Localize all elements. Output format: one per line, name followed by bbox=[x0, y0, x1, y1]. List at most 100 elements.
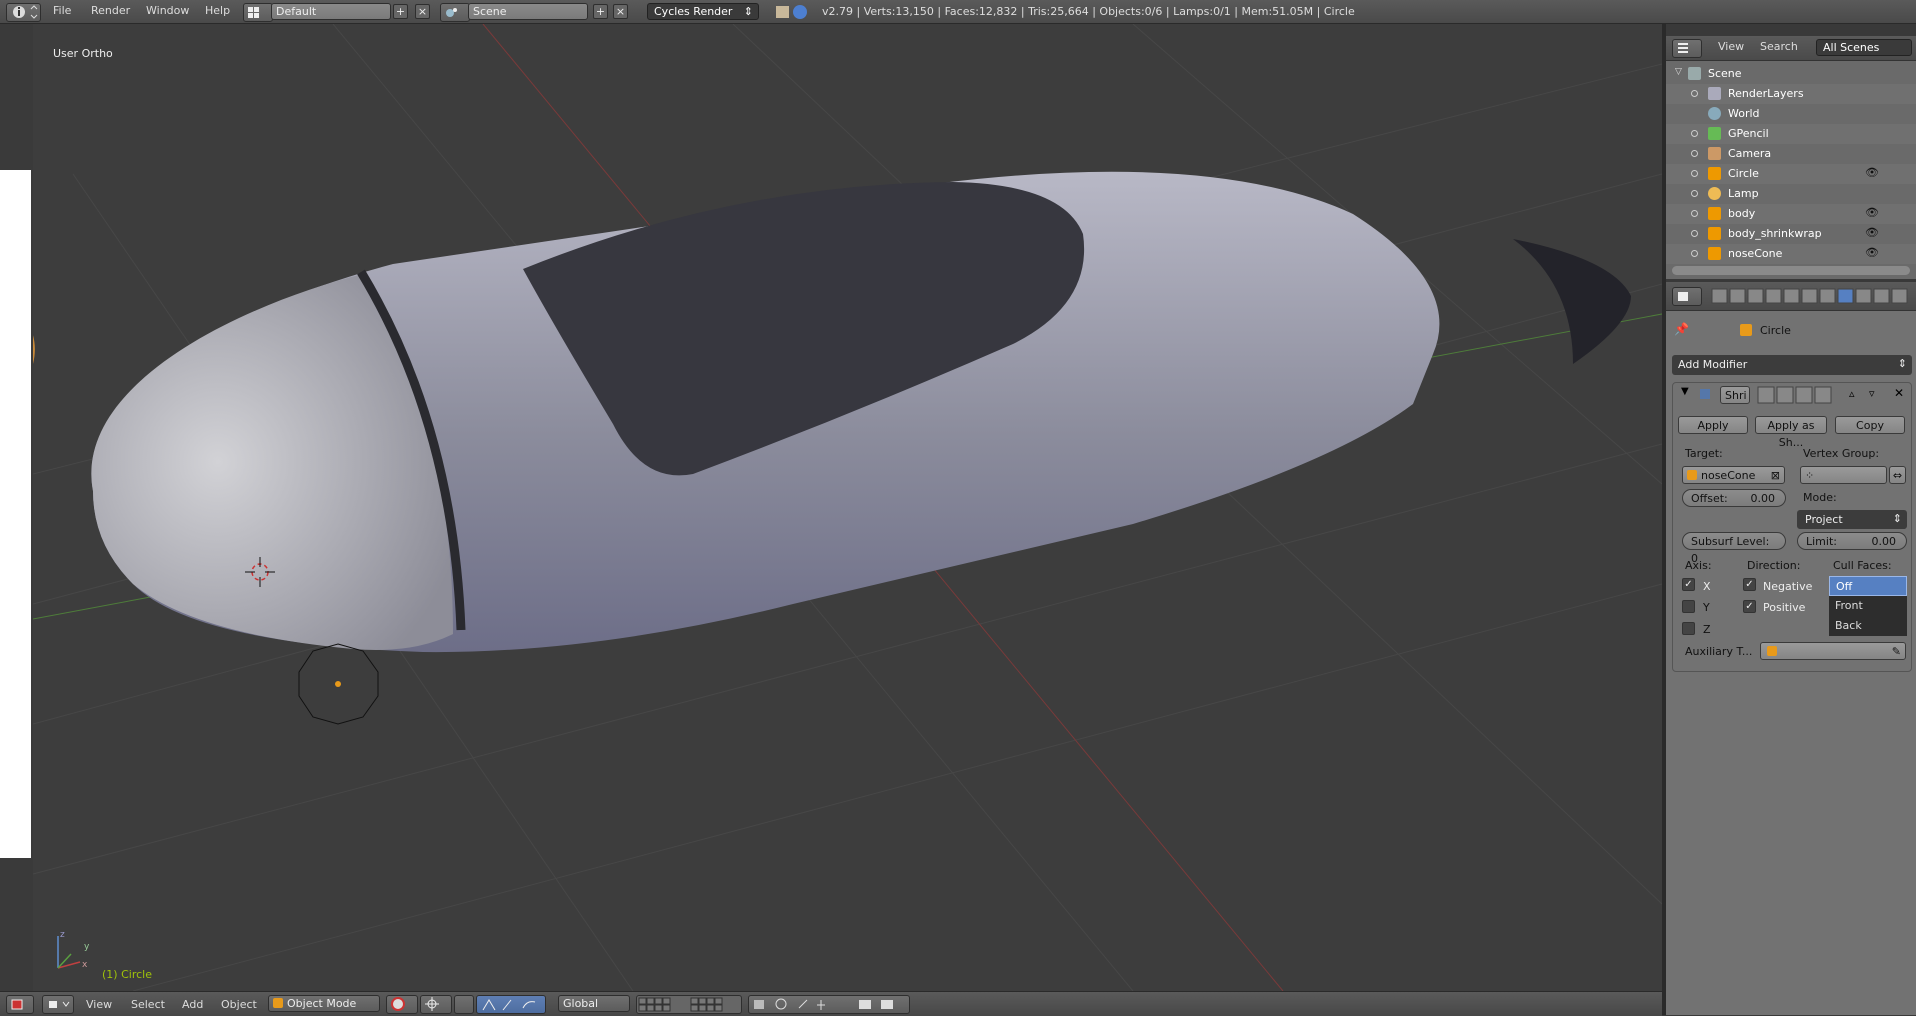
outliner-item-label: Scene bbox=[1708, 67, 1742, 80]
remove-modifier-icon[interactable]: ✕ bbox=[1894, 386, 1904, 400]
outliner-menu-search[interactable]: Search bbox=[1760, 40, 1798, 53]
add-layout-icon[interactable]: + bbox=[393, 4, 408, 19]
render-engine-select[interactable]: Cycles Render ⇕ bbox=[647, 3, 759, 20]
mode-value: Project bbox=[1805, 513, 1843, 526]
outliner-row-camera[interactable]: Camera bbox=[1666, 144, 1916, 164]
menu-file[interactable]: File bbox=[53, 4, 71, 17]
limit-field[interactable]: Limit: 0.00 bbox=[1797, 532, 1907, 550]
outliner-item-label: Circle bbox=[1728, 167, 1759, 180]
move-up-icon[interactable]: ▵ bbox=[1849, 387, 1855, 400]
orientation-select[interactable]: Global bbox=[558, 995, 630, 1012]
axis-y-label: Y bbox=[1703, 601, 1710, 614]
close-scene-icon[interactable]: × bbox=[613, 4, 628, 19]
screen-layout-button[interactable] bbox=[243, 3, 273, 22]
invert-vertex-group-icon[interactable]: ⇔ bbox=[1889, 466, 1906, 484]
axis-z-checkbox[interactable] bbox=[1682, 622, 1695, 635]
outliner-row-lamp[interactable]: Lamp bbox=[1666, 184, 1916, 204]
menu-window[interactable]: Window bbox=[146, 4, 189, 17]
add-scene-icon[interactable]: + bbox=[593, 4, 608, 19]
menu-view[interactable]: View bbox=[86, 998, 112, 1011]
outliner-row-world[interactable]: World bbox=[1666, 104, 1916, 124]
outliner-editor-type-button[interactable] bbox=[1672, 39, 1702, 58]
menu-object[interactable]: Object bbox=[221, 998, 257, 1011]
cull-faces-option-back[interactable]: Back bbox=[1829, 616, 1907, 636]
pivot-icon bbox=[425, 997, 439, 1011]
editor-type-button[interactable] bbox=[6, 3, 41, 22]
shading-button[interactable] bbox=[386, 995, 418, 1014]
axis-x-checkbox[interactable]: ✓ bbox=[1682, 578, 1695, 591]
negative-checkbox[interactable]: ✓ bbox=[1743, 578, 1756, 591]
scene-name-field[interactable]: Scene bbox=[468, 3, 588, 20]
mode-dropdown[interactable]: Project ⇕ bbox=[1797, 510, 1907, 529]
clear-icon[interactable]: ⊠ bbox=[1771, 467, 1780, 484]
view-menu-toggle[interactable] bbox=[42, 995, 74, 1014]
scene-stats: v2.79 | Verts:13,150 | Faces:12,832 | Tr… bbox=[822, 5, 1355, 18]
outliner-row-scene[interactable]: ▽ Scene bbox=[1666, 64, 1916, 84]
lamp-icon bbox=[1708, 187, 1721, 200]
subsurf-level-field[interactable]: Subsurf Level: 0 bbox=[1682, 532, 1786, 565]
menu-render[interactable]: Render bbox=[91, 4, 130, 17]
properties-tabs[interactable] bbox=[1711, 288, 1913, 304]
add-modifier-dropdown[interactable]: Add Modifier ⇕ bbox=[1672, 355, 1912, 375]
eye-icon[interactable]: 👁 bbox=[1865, 166, 1879, 179]
axis-y-checkbox[interactable] bbox=[1682, 600, 1695, 613]
cull-faces-option-front[interactable]: Front bbox=[1829, 596, 1907, 616]
move-down-icon[interactable]: ▿ bbox=[1869, 387, 1875, 400]
target-field[interactable]: noseCone ⊠ bbox=[1682, 466, 1785, 484]
menu-select[interactable]: Select bbox=[131, 998, 165, 1011]
info-header: File Render Window Help Default + × Scen… bbox=[0, 0, 1916, 24]
info-icon bbox=[13, 5, 38, 19]
editor-type-button[interactable] bbox=[6, 995, 34, 1014]
positive-label: Positive bbox=[1763, 601, 1806, 614]
positive-checkbox[interactable]: ✓ bbox=[1743, 600, 1756, 613]
copy-button[interactable]: Copy bbox=[1835, 416, 1905, 434]
eye-icon[interactable]: 👁 bbox=[1865, 246, 1879, 259]
camera-icon bbox=[1708, 147, 1721, 160]
outliner-item-label: Camera bbox=[1728, 147, 1772, 160]
collapse-triangle-icon[interactable]: ▼ bbox=[1681, 386, 1689, 397]
outliner-row-gpencil[interactable]: GPencil bbox=[1666, 124, 1916, 144]
close-layout-icon[interactable]: × bbox=[415, 4, 430, 19]
cull-faces-option-off[interactable]: Off bbox=[1829, 576, 1907, 596]
auxiliary-target-field[interactable]: ✎ bbox=[1760, 642, 1906, 660]
eyedropper-icon[interactable]: ✎ bbox=[1892, 643, 1901, 660]
object-icon bbox=[1767, 646, 1777, 656]
expand-icon bbox=[1691, 210, 1698, 217]
eye-icon[interactable]: 👁 bbox=[1865, 226, 1879, 239]
outliner-row-nosecone[interactable]: noseCone 👁 bbox=[1666, 244, 1916, 264]
snap-render-tools[interactable] bbox=[748, 995, 910, 1014]
outliner-row-body[interactable]: body 👁 bbox=[1666, 204, 1916, 224]
viewport-scene bbox=[33, 24, 1662, 991]
shading-sphere-icon bbox=[391, 997, 405, 1011]
pivot-button[interactable] bbox=[420, 995, 452, 1014]
eye-icon[interactable]: 👁 bbox=[1865, 206, 1879, 219]
outliner-row-renderlayers[interactable]: RenderLayers bbox=[1666, 84, 1916, 104]
pin-icon[interactable]: 📌 bbox=[1674, 322, 1689, 336]
vertex-group-field[interactable]: ⁘ bbox=[1800, 466, 1887, 484]
menu-add[interactable]: Add bbox=[182, 998, 203, 1011]
layer-buttons[interactable] bbox=[636, 995, 742, 1014]
outliner-row-circle[interactable]: Circle 👁 bbox=[1666, 164, 1916, 184]
properties-editor-type-button[interactable] bbox=[1672, 287, 1702, 306]
outliner-menu-view[interactable]: View bbox=[1718, 40, 1744, 53]
reference-image-panel bbox=[0, 170, 31, 858]
3d-viewport[interactable] bbox=[33, 24, 1662, 991]
modifier-display-toggles[interactable] bbox=[1757, 386, 1835, 404]
pivot-only-origins-button[interactable] bbox=[454, 995, 474, 1014]
mode-select[interactable]: Object Mode bbox=[268, 995, 380, 1012]
offset-field[interactable]: Offset: 0.00 bbox=[1682, 489, 1786, 507]
apply-button[interactable]: Apply bbox=[1678, 416, 1748, 434]
modifier-name-field[interactable]: Shri bbox=[1720, 386, 1750, 404]
scene-selector-button[interactable] bbox=[440, 3, 470, 22]
properties-header bbox=[1666, 282, 1916, 311]
mode-label: Mode: bbox=[1803, 491, 1837, 504]
outliner-row-body-shrinkwrap[interactable]: body_shrinkwrap 👁 bbox=[1666, 224, 1916, 244]
manipulator-buttons[interactable] bbox=[476, 995, 546, 1014]
menu-help[interactable]: Help bbox=[205, 4, 230, 17]
outliner-item-label: Lamp bbox=[1728, 187, 1759, 200]
apply-as-shape-button[interactable]: Apply as Sh... bbox=[1755, 416, 1827, 449]
outliner-scrollbar[interactable] bbox=[1672, 266, 1910, 275]
expand-icon bbox=[1691, 130, 1698, 137]
outliner-filter-select[interactable]: All Scenes bbox=[1816, 39, 1912, 56]
layout-name-field[interactable]: Default bbox=[271, 3, 391, 20]
